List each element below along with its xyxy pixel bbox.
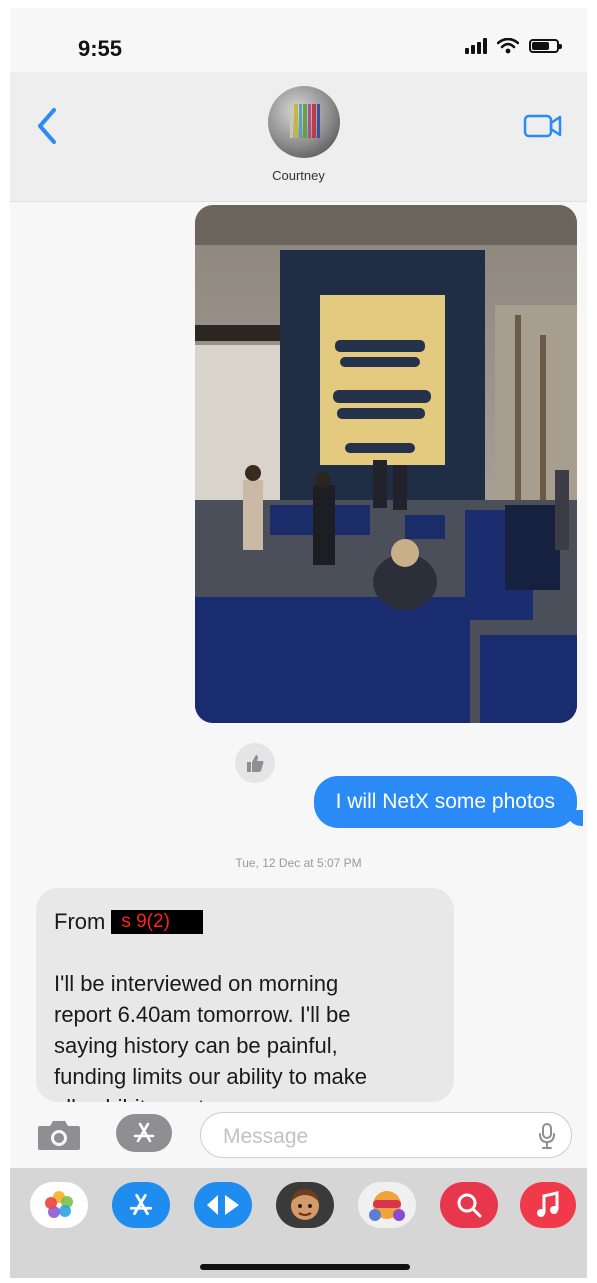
animoji-icon[interactable] xyxy=(358,1182,416,1228)
app-store-glyph-icon xyxy=(133,1122,155,1143)
exhibition-photo xyxy=(195,205,577,723)
message-line: report 6.40am tomorrow. I'll be xyxy=(54,1002,351,1027)
composer-bar: Message xyxy=(10,1102,587,1166)
back-chevron-icon[interactable] xyxy=(32,106,62,146)
music-icon[interactable] xyxy=(520,1182,576,1228)
status-time: 9:55 xyxy=(78,36,123,61)
received-message-bubble[interactable]: From s 9(2) I'll be interviewed on morni… xyxy=(36,888,454,1102)
received-from-line: From s 9(2) xyxy=(54,906,436,937)
signal-icon xyxy=(465,38,487,54)
memoji-icon[interactable] xyxy=(276,1182,334,1228)
image-search-icon[interactable] xyxy=(440,1182,498,1228)
video-call-icon[interactable] xyxy=(523,112,563,140)
conversation-header: Courtney xyxy=(10,72,587,202)
sent-photo[interactable] xyxy=(195,205,577,723)
message-line: funding limits our ability to make xyxy=(54,1064,368,1089)
status-icons xyxy=(465,38,562,54)
sent-message-bubble[interactable]: I will NetX some photos xyxy=(313,776,584,828)
battery-icon xyxy=(529,39,562,53)
wifi-icon xyxy=(497,38,519,54)
message-line: saying history can be painful, xyxy=(54,1033,338,1058)
message-line: I'll be interviewed on morning xyxy=(54,971,339,996)
contact-name[interactable]: Courtney xyxy=(10,168,587,183)
thumbs-up-reaction-icon[interactable] xyxy=(235,743,275,783)
microphone-icon[interactable] xyxy=(539,1123,555,1149)
home-indicator[interactable] xyxy=(200,1264,410,1270)
digital-touch-icon[interactable] xyxy=(194,1182,252,1228)
messages-screen: 9:55 Courtney I will NetX some photos Tu… xyxy=(10,8,587,1278)
app-store-button[interactable] xyxy=(116,1114,172,1152)
message-placeholder: Message xyxy=(223,1125,309,1148)
photos-icon[interactable] xyxy=(30,1182,88,1228)
imessage-app-drawer xyxy=(10,1168,587,1278)
contact-avatar[interactable] xyxy=(268,86,340,158)
redaction-box: s 9(2) xyxy=(111,909,204,934)
camera-icon[interactable] xyxy=(36,1118,82,1152)
message-input[interactable]: Message xyxy=(200,1112,572,1158)
message-timestamp: Tue, 12 Dec at 5:07 PM xyxy=(235,856,362,870)
from-label: From xyxy=(54,909,106,934)
app-store-icon[interactable] xyxy=(112,1182,170,1228)
message-line: all exhibits contemporary xyxy=(54,1092,436,1102)
